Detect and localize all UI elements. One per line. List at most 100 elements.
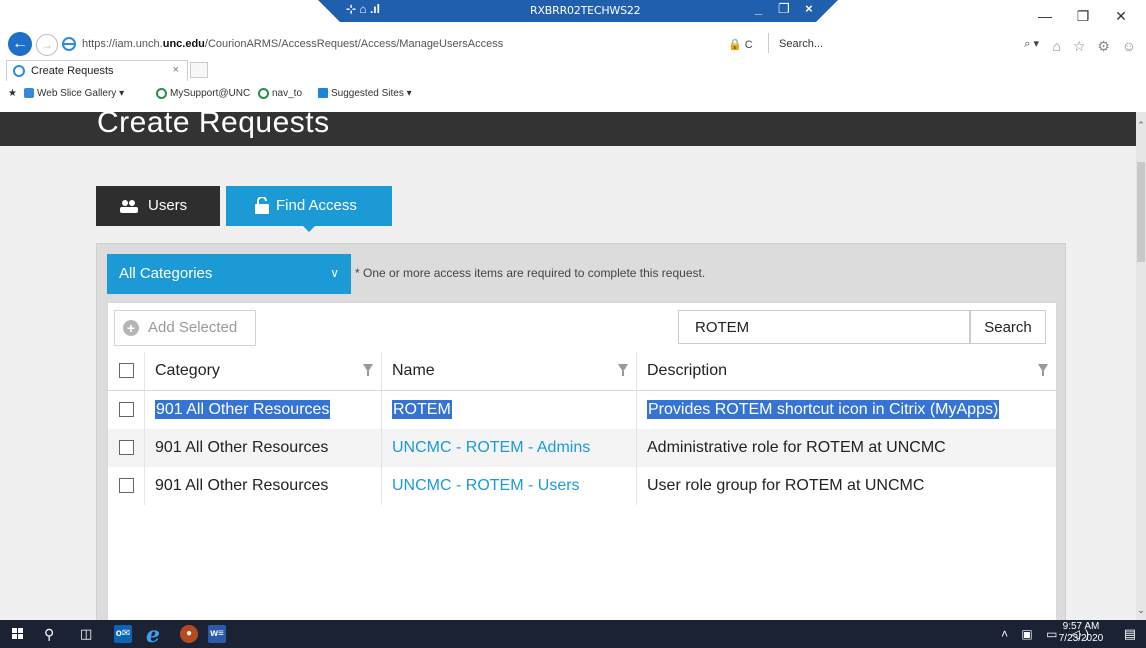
url-path: /CourionARMS/AccessRequest/Access/Manage… (204, 38, 504, 50)
description-cell: Administrative role for ROTEM at UNCMC (636, 429, 1056, 467)
fav-suggested-sites[interactable]: Suggested Sites ▾ (318, 88, 412, 99)
maximize-button[interactable]: ❐ (1064, 8, 1102, 25)
table-row[interactable]: 901 All Other Resources ROTEM Provides R… (108, 390, 1057, 430)
column-header-category[interactable]: Category (144, 352, 382, 391)
plus-circle-icon: + (123, 320, 139, 336)
browser-search-placeholder: Search... (779, 38, 824, 50)
tab-users-label: Users (148, 197, 188, 214)
table-row[interactable]: 901 All Other Resources UNCMC - ROTEM - … (108, 429, 1056, 467)
filter-icon[interactable] (1038, 364, 1048, 376)
clock-time: 9:57 AM (1062, 621, 1100, 632)
globe-icon (258, 88, 269, 99)
table-header-row: Category Name Description (108, 352, 1056, 391)
favorites-star-icon[interactable]: ★ (8, 88, 17, 99)
fav-label: Web Slice Gallery ▾ (37, 88, 125, 99)
tab-find-access[interactable]: Find Access (226, 186, 392, 226)
table-row[interactable]: 901 All Other Resources UNCMC - ROTEM - … (108, 467, 1056, 505)
row-checkbox[interactable] (118, 440, 134, 456)
select-all-cell (108, 352, 145, 391)
column-header-label: Name (392, 362, 435, 379)
ie-tab-icon (13, 65, 25, 77)
address-bar[interactable]: https://iam.unch.unc.edu/CourionARMS/Acc… (82, 38, 503, 50)
search-dropdown-icon[interactable]: ⌕ ▾ (1024, 37, 1039, 51)
tab-strip: Create Requests × (0, 60, 1146, 82)
internet-explorer-icon[interactable]: e (146, 622, 160, 648)
tab-close-icon[interactable]: × (173, 64, 179, 76)
new-tab-button[interactable] (190, 62, 208, 78)
scroll-down-icon[interactable]: ⌄ (1136, 605, 1146, 616)
search-button[interactable]: Search (970, 310, 1046, 344)
name-cell: ROTEM (381, 390, 637, 429)
vertical-scrollbar[interactable]: ⌃ ⌄ (1136, 112, 1146, 620)
browser-chrome: ⊹ ⌂ .ıl RXBRR02TECHWS22 _ ❐ × — ❐ ✕ ← → ht… (0, 0, 1146, 112)
page-header: Create Requests (0, 112, 1136, 146)
fav-label: nav_to (272, 88, 303, 100)
fav-label: MySupport@UNC (170, 88, 251, 100)
scroll-up-icon[interactable]: ⌃ (1136, 120, 1146, 131)
bing-icon (318, 88, 328, 99)
column-header-label: Description (647, 362, 728, 379)
column-header-description[interactable]: Description (636, 352, 1056, 391)
fav-web-slice-gallery[interactable]: Web Slice Gallery ▾ (24, 88, 124, 99)
notification-icon[interactable]: ▤ (1124, 626, 1136, 642)
name-link[interactable]: ROTEM (392, 400, 452, 419)
lock-refresh-icons[interactable]: 🔒 C (728, 38, 753, 51)
add-selected-button[interactable]: + Add Selected (114, 310, 256, 346)
users-icon (120, 200, 138, 213)
description-text: User role group for ROTEM at UNCMC (647, 477, 925, 494)
remote-window-buttons[interactable]: _ ❐ × (755, 1, 819, 17)
access-panel: All Categories ∨ * One or more access it… (96, 243, 1066, 620)
page-content: Create Requests ⌃ ⌄ Users Find Access Al… (0, 112, 1146, 620)
globe-icon (156, 88, 167, 99)
lock-icon (255, 197, 269, 214)
clock-date: 7/23/2020 (1058, 633, 1104, 644)
name-link[interactable]: UNCMC - ROTEM - Users (392, 477, 580, 494)
forward-button[interactable]: → (36, 34, 58, 56)
web-slice-icon (24, 88, 34, 99)
remote-session-title: RXBRR02TECHWS22 (530, 4, 641, 17)
fav-mysupport[interactable]: MySupport@UNC (156, 88, 250, 99)
browser-search-box[interactable]: Search... ⌕ ▾ (768, 33, 1045, 53)
task-view-icon[interactable]: ◫ (80, 626, 92, 642)
tab-create-requests[interactable]: Create Requests × (6, 60, 188, 81)
row-checkbox[interactable] (118, 478, 134, 494)
select-all-checkbox[interactable] (118, 363, 134, 379)
outlook-icon[interactable]: o✉ (114, 625, 132, 643)
category-cell: 901 All Other Resources (144, 390, 382, 429)
minimize-button[interactable]: — (1026, 8, 1064, 24)
fav-nav-to[interactable]: nav_to (258, 88, 302, 99)
category-link[interactable]: 901 All Other Resources (155, 400, 331, 419)
category-cell: 901 All Other Resources (144, 467, 382, 505)
search-input[interactable] (678, 310, 970, 344)
start-icon[interactable] (12, 628, 24, 640)
app-icon[interactable]: ● (180, 625, 198, 643)
url-prefix: https://iam.unch. (82, 38, 163, 50)
row-checkbox[interactable] (118, 402, 134, 418)
clock[interactable]: 9:57 AM 7/23/2020 (1052, 621, 1110, 645)
category-text: 901 All Other Resources (155, 477, 329, 494)
name-link[interactable]: UNCMC - ROTEM - Admins (392, 439, 590, 456)
chevron-down-icon: ∨ (330, 266, 339, 280)
row-select-cell (108, 429, 145, 467)
required-note: * One or more access items are required … (355, 266, 706, 280)
tab-users[interactable]: Users (96, 186, 220, 226)
url-host: unc.edu (162, 38, 205, 50)
remote-bar-icons[interactable]: ⊹ ⌂ .ıl (346, 2, 380, 16)
search-icon[interactable]: ⚲ (44, 626, 54, 643)
navigation-row: ← → https://iam.unch.unc.edu/CourionARMS… (0, 32, 1146, 58)
filter-icon[interactable] (618, 364, 628, 376)
category-select[interactable]: All Categories ∨ (107, 254, 351, 294)
back-button[interactable]: ← (8, 32, 32, 56)
close-button[interactable]: ✕ (1102, 8, 1140, 25)
ie-favicon-icon (62, 37, 76, 51)
description-cell: Provides ROTEM shortcut icon in Citrix (… (637, 391, 1057, 430)
remote-session-bar[interactable]: ⊹ ⌂ .ıl RXBRR02TECHWS22 _ ❐ × (318, 0, 838, 22)
browser-toolbar-icons[interactable]: ⌂ ☆ ⚙ ☺ (1052, 38, 1140, 55)
column-header-name[interactable]: Name (381, 352, 637, 391)
filter-icon[interactable] (363, 364, 373, 376)
scroll-thumb[interactable] (1137, 162, 1145, 262)
word-icon[interactable]: w≡ (208, 625, 226, 643)
window-controls: — ❐ ✕ (1026, 8, 1140, 25)
tab-find-access-label: Find Access (276, 197, 357, 214)
name-cell: UNCMC - ROTEM - Admins (381, 429, 637, 467)
